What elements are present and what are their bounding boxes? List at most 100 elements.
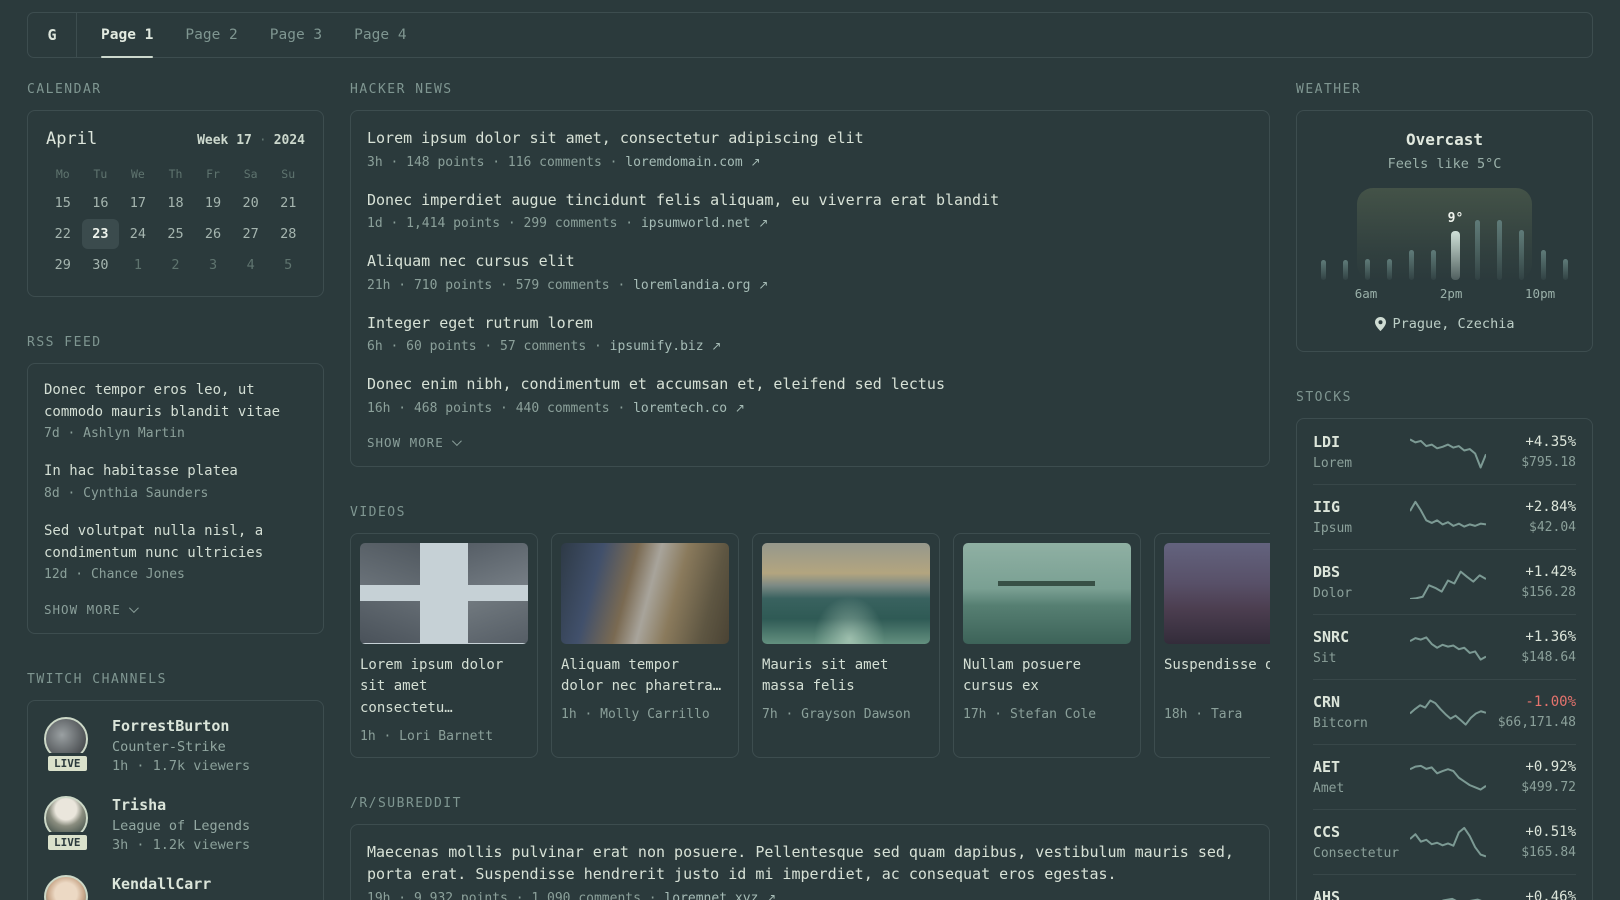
video-meta: 1h · Lori Barnett bbox=[360, 728, 494, 744]
hn-item-title[interactable]: Donec enim nibh, condimentum et accumsan… bbox=[367, 373, 1253, 396]
tab-page-2[interactable]: Page 2 bbox=[185, 13, 237, 57]
twitch-channel-info: KendallCarr bbox=[112, 875, 211, 900]
stock-sparkline bbox=[1409, 760, 1486, 794]
stock-sparkline bbox=[1409, 500, 1486, 534]
stock-row[interactable]: SNRC Sit +1.36% $148.64 bbox=[1313, 614, 1576, 679]
rss-item-title[interactable]: Sed volutpat nulla nisl, a condimentum n… bbox=[44, 521, 307, 564]
hn-item-meta: 1d · 1,414 points · 299 comments · ipsum… bbox=[367, 216, 1253, 231]
calendar-weekday: Th bbox=[168, 167, 183, 181]
stock-symbol: CRN bbox=[1313, 693, 1341, 711]
stocks-section-title: STOCKS bbox=[1296, 390, 1352, 405]
stock-row[interactable]: AHS +0.46% bbox=[1313, 874, 1576, 900]
stock-row[interactable]: LDI Lorem +4.35% $795.18 bbox=[1313, 420, 1576, 484]
app-logo[interactable]: G bbox=[28, 13, 77, 57]
stock-identity: CCS Consectetur bbox=[1313, 823, 1409, 861]
stock-row[interactable]: IIG Ipsum +2.84% $42.04 bbox=[1313, 484, 1576, 549]
twitch-channel-name[interactable]: ForrestBurton bbox=[112, 717, 250, 735]
rss-item-title[interactable]: In hac habitasse platea bbox=[44, 461, 307, 483]
twitch-avatar-wrap: LIVE bbox=[44, 717, 94, 775]
live-badge: LIVE bbox=[45, 753, 90, 775]
weather-bar-column bbox=[1423, 188, 1445, 280]
hn-item-title[interactable]: Aliquam nec cursus elit bbox=[367, 250, 1253, 273]
weather-location[interactable]: Prague, Czechia bbox=[1374, 316, 1514, 332]
stock-sparkline bbox=[1409, 630, 1486, 664]
reddit-post-domain[interactable]: loremnet.xyz bbox=[664, 891, 758, 900]
hn-item-domain[interactable]: ipsumify.biz bbox=[610, 339, 704, 354]
video-title[interactable]: Suspendisse diam bbox=[1164, 655, 1270, 698]
stock-symbol: SNRC bbox=[1313, 628, 1350, 646]
tab-page-4[interactable]: Page 4 bbox=[354, 13, 406, 57]
video-card[interactable]: Aliquam tempor dolor nec pharetra… 1h · … bbox=[551, 532, 739, 758]
tab-page-3[interactable]: Page 3 bbox=[270, 13, 322, 57]
weather-card: Overcast Feels like 5°C 9° 6am 2pm 10pm Pr… bbox=[1296, 110, 1593, 352]
stock-row[interactable]: DBS Dolor +1.42% $156.28 bbox=[1313, 549, 1576, 614]
weather-section: WEATHER Overcast Feels like 5°C 9° 6am 2p… bbox=[1296, 82, 1593, 352]
stock-sparkline bbox=[1409, 695, 1486, 729]
hn-item: Lorem ipsum dolor sit amet, consectetur … bbox=[367, 127, 1253, 170]
hn-item-stats: 3h · 148 points · 116 comments · bbox=[367, 154, 626, 170]
video-thumbnail[interactable] bbox=[561, 542, 729, 644]
weather-hour-label: 6am bbox=[1354, 286, 1378, 301]
video-thumbnail[interactable] bbox=[762, 542, 930, 644]
stock-row[interactable]: AET Amet +0.92% $499.72 bbox=[1313, 744, 1576, 809]
stock-row[interactable]: CRN Bitcorn -1.00% $66,171.48 bbox=[1313, 679, 1576, 744]
calendar-section-title: CALENDAR bbox=[27, 82, 102, 97]
hn-item-title[interactable]: Donec imperdiet augue tincidunt felis al… bbox=[367, 189, 1253, 212]
hn-item-domain[interactable]: ipsumworld.net bbox=[641, 216, 751, 231]
weather-bar bbox=[1321, 260, 1327, 280]
stock-values: +0.51% $165.84 bbox=[1486, 824, 1576, 860]
twitch-section-title: TWITCH CHANNELS bbox=[27, 672, 167, 688]
video-thumbnail[interactable] bbox=[963, 542, 1131, 644]
video-card[interactable]: Mauris sit amet massa felis 7h · Grayson… bbox=[752, 532, 940, 758]
rss-card: Donec tempor eros leo, ut commodo mauris… bbox=[27, 363, 324, 635]
hn-item-title[interactable]: Integer eget rutrum lorem bbox=[367, 312, 1253, 335]
video-thumbnail[interactable] bbox=[1164, 542, 1270, 644]
tab-page-1[interactable]: Page 1 bbox=[101, 13, 154, 58]
weather-bar-column bbox=[1488, 188, 1510, 280]
hn-show-more-button[interactable]: SHOW MORE bbox=[367, 435, 1253, 450]
stock-change: +1.42% bbox=[1525, 564, 1576, 580]
rss-show-more-button[interactable]: SHOW MORE bbox=[44, 602, 307, 617]
twitch-channel-item[interactable]: LIVE Trisha League of Legends 3h · 1.2k … bbox=[44, 796, 307, 854]
calendar-day: 4 bbox=[246, 257, 255, 273]
hn-item-domain[interactable]: loremdomain.com bbox=[625, 155, 742, 170]
video-card[interactable]: Lorem ipsum dolor sit amet consectetu… 1… bbox=[350, 532, 538, 758]
video-title[interactable]: Aliquam tempor dolor nec pharetra… bbox=[561, 655, 729, 698]
stock-name: Dolor bbox=[1313, 586, 1353, 601]
weather-hour-label bbox=[1419, 286, 1440, 301]
stock-values: +4.35% $795.18 bbox=[1486, 434, 1576, 470]
twitch-channel-item[interactable]: KendallCarr bbox=[44, 875, 307, 900]
stock-change: +4.35% bbox=[1525, 434, 1576, 450]
video-title[interactable]: Lorem ipsum dolor sit amet consectetu… bbox=[360, 655, 528, 720]
video-title[interactable]: Nullam posuere cursus ex bbox=[963, 655, 1131, 698]
twitch-channel-item[interactable]: LIVE ForrestBurton Counter-Strike 1h · 1… bbox=[44, 717, 307, 775]
rss-item: Sed volutpat nulla nisl, a condimentum n… bbox=[44, 521, 307, 582]
stock-identity: SNRC Sit bbox=[1313, 628, 1409, 666]
hacker-news-card: Lorem ipsum dolor sit amet, consectetur … bbox=[350, 110, 1270, 467]
weather-hour-label bbox=[1313, 286, 1334, 301]
stock-sparkline bbox=[1409, 565, 1486, 599]
stock-identity: AET Amet bbox=[1313, 758, 1409, 796]
calendar-day: 28 bbox=[280, 226, 297, 242]
reddit-post-title[interactable]: Maecenas mollis pulvinar erat non posuer… bbox=[367, 841, 1253, 886]
twitch-channel-name[interactable]: Trisha bbox=[112, 796, 250, 814]
stock-row[interactable]: CCS Consectetur +0.51% $165.84 bbox=[1313, 809, 1576, 874]
twitch-channel-name[interactable]: KendallCarr bbox=[112, 875, 211, 893]
hn-item-title[interactable]: Lorem ipsum dolor sit amet, consectetur … bbox=[367, 127, 1253, 150]
stock-values: +2.84% $42.04 bbox=[1486, 499, 1576, 535]
weather-bar-column bbox=[1401, 188, 1423, 280]
hn-item-domain[interactable]: loremtech.co bbox=[633, 401, 727, 416]
video-card[interactable]: Nullam posuere cursus ex 17h · Stefan Co… bbox=[953, 532, 1141, 758]
video-card[interactable]: Suspendisse diam 18h · Tara bbox=[1154, 532, 1270, 758]
weather-condition: Overcast bbox=[1405, 130, 1484, 149]
video-thumbnail[interactable] bbox=[360, 542, 528, 644]
weather-hour-label bbox=[1462, 286, 1483, 301]
weather-bar bbox=[1409, 250, 1415, 280]
video-meta: 7h · Grayson Dawson bbox=[762, 706, 911, 722]
video-meta: 17h · Stefan Cole bbox=[963, 706, 1097, 722]
weather-bar bbox=[1540, 250, 1546, 280]
rss-item-title[interactable]: Donec tempor eros leo, ut commodo mauris… bbox=[44, 380, 307, 423]
stock-symbol: IIG bbox=[1313, 498, 1341, 516]
video-title[interactable]: Mauris sit amet massa felis bbox=[762, 655, 930, 698]
hn-item-domain[interactable]: loremlandia.org bbox=[633, 278, 750, 293]
